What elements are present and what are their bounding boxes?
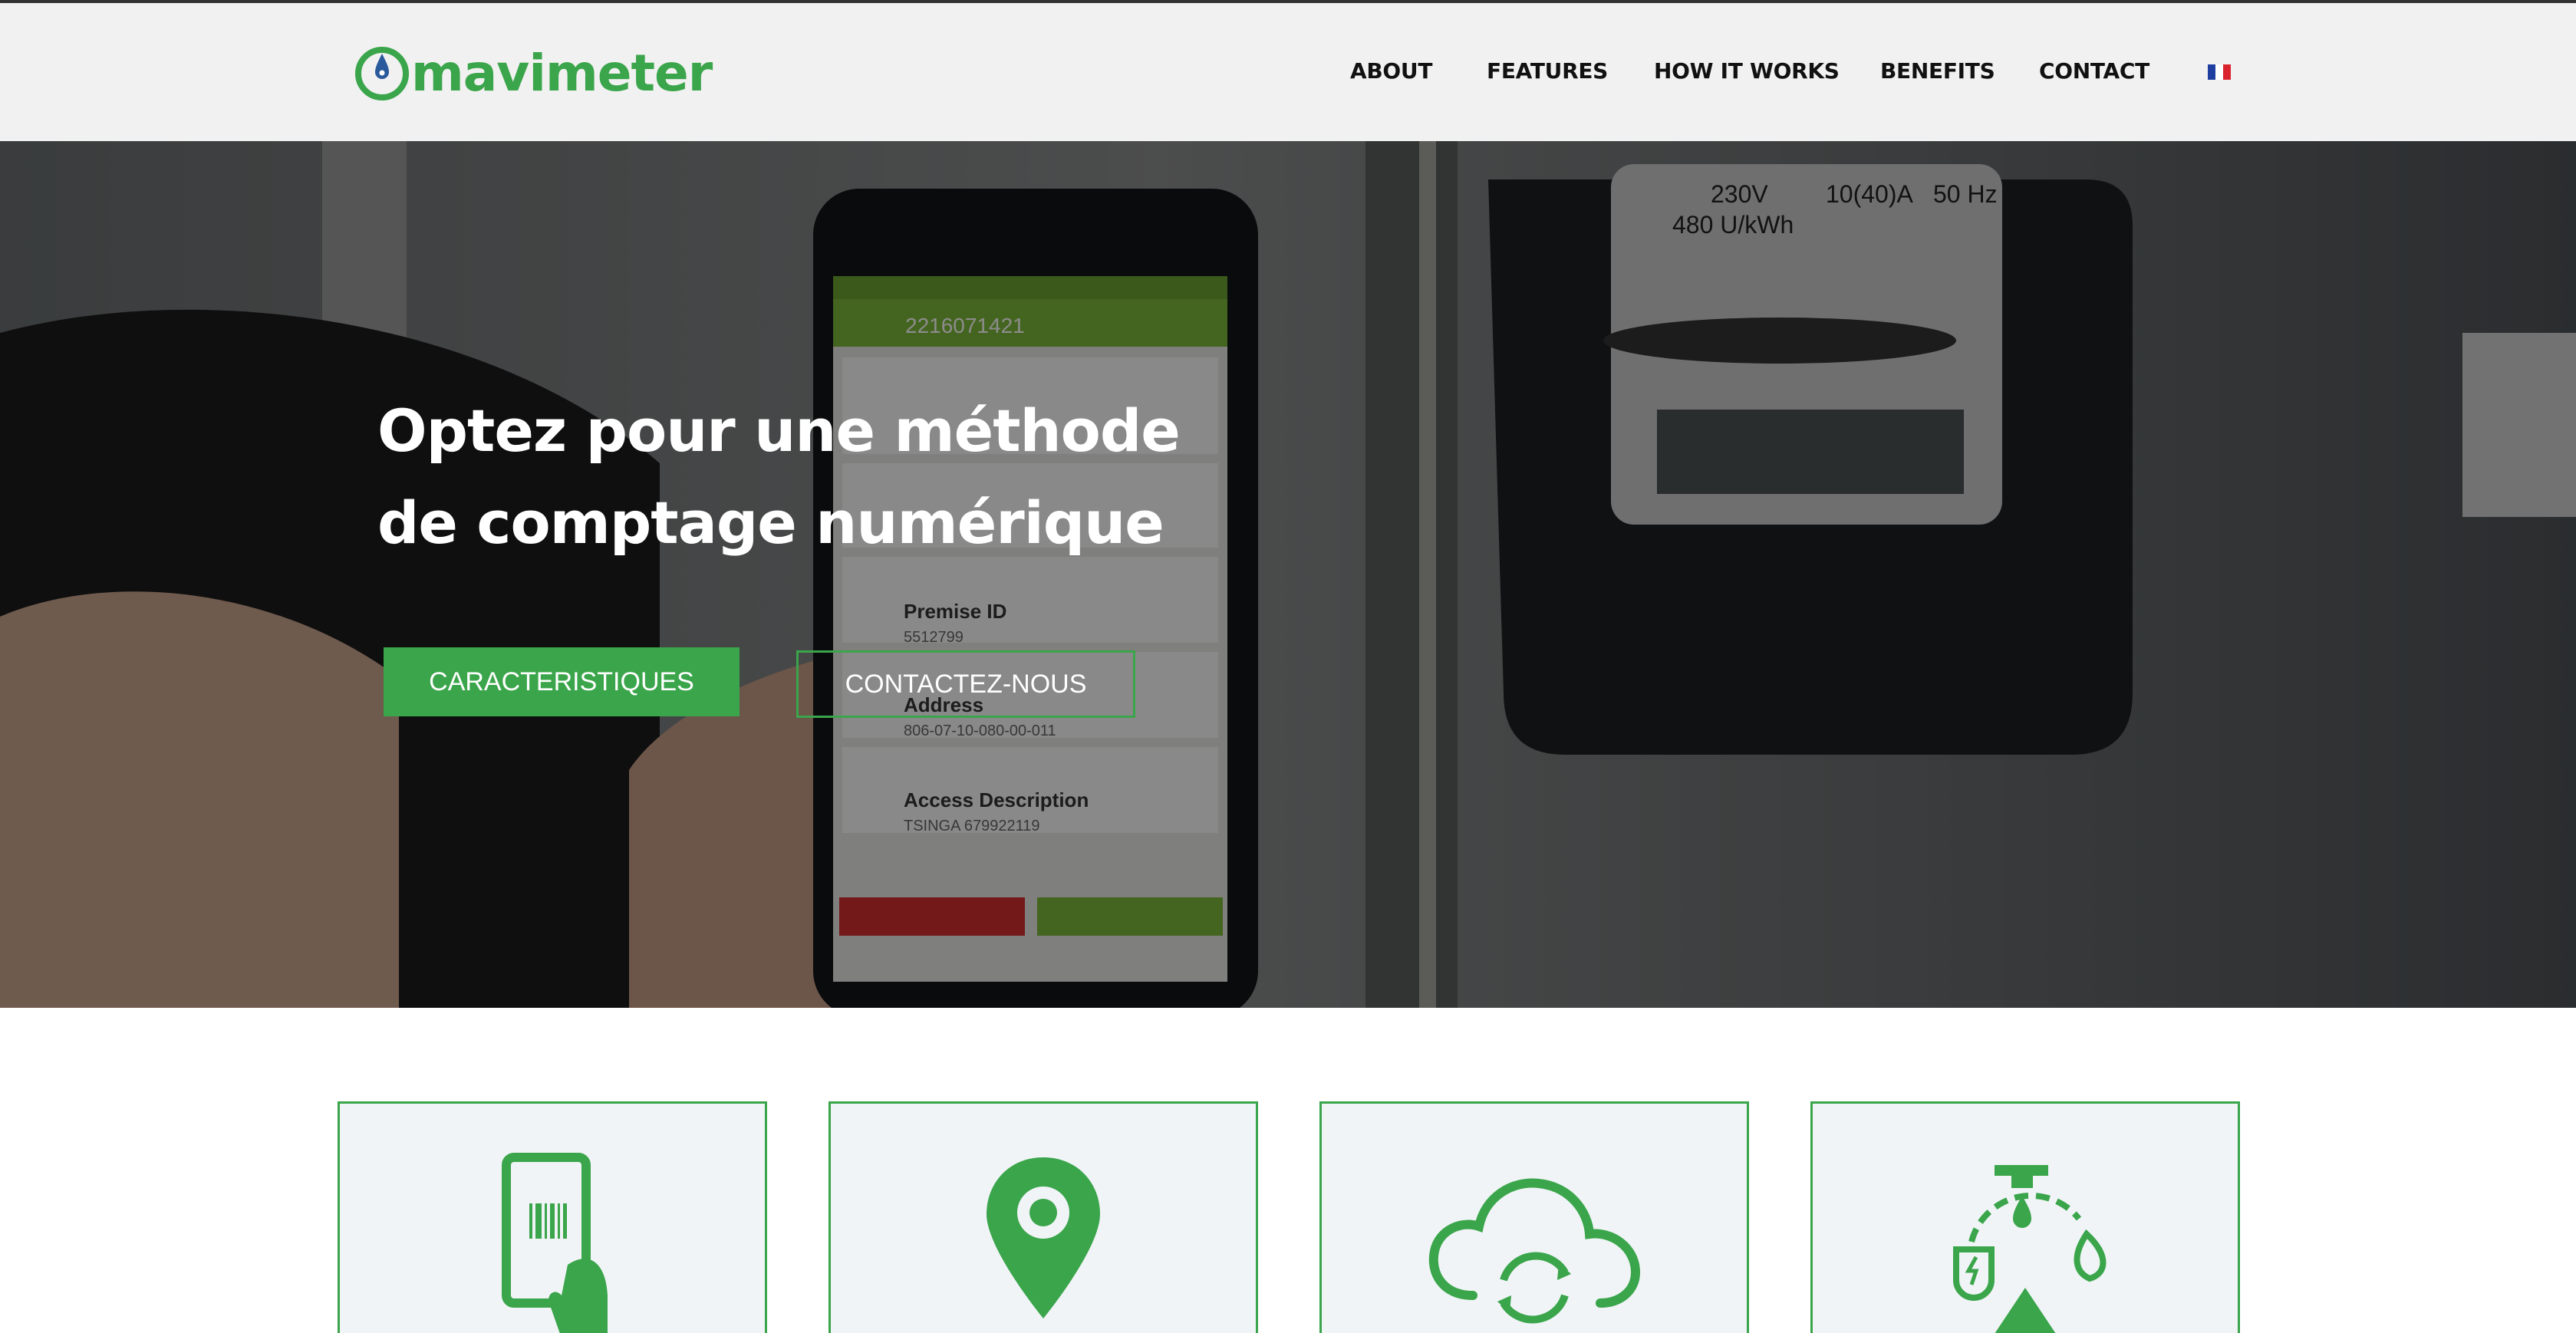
hero-title-line1: Optez pour une méthode: [377, 397, 1181, 465]
hero-title: Optez pour une méthode de comptage numér…: [377, 385, 1221, 569]
nav-how-it-works[interactable]: HOW IT WORKS: [1654, 58, 1840, 84]
nav-features[interactable]: FEATURES: [1487, 58, 1608, 84]
site-header: mavimeter ABOUT FEATURES HOW IT WORKS BE…: [0, 3, 2576, 141]
phone-barcode-scan-icon: [502, 1153, 608, 1333]
hero-section: 2216071421 Premise ID 5512799 Address 80…: [0, 141, 2576, 1008]
nav-about[interactable]: ABOUT: [1350, 58, 1432, 84]
contactez-nous-button[interactable]: CONTACTEZ-NOUS: [796, 650, 1135, 718]
cloud-sync-icon: [1428, 1178, 1641, 1324]
nav-contact[interactable]: CONTACT: [2039, 58, 2149, 84]
feature-card-scan[interactable]: [338, 1101, 767, 1333]
hero-overlay: [0, 141, 2576, 1008]
caracteristiques-button[interactable]: CARACTERISTIQUES: [384, 647, 740, 716]
location-pin-icon: [987, 1157, 1100, 1318]
utilities-water-electricity-gas-icon: [1953, 1165, 2107, 1333]
hero-title-line2: de comptage numérique: [377, 489, 1164, 557]
nav-benefits[interactable]: BENEFITS: [1880, 58, 1995, 84]
feature-card-location[interactable]: [828, 1101, 1258, 1333]
flag-france-icon[interactable]: [2208, 64, 2231, 80]
feature-cards: [0, 1008, 2576, 1333]
feature-card-utilities[interactable]: [1810, 1101, 2240, 1333]
main-nav: ABOUT FEATURES HOW IT WORKS BENEFITS CON…: [0, 3, 2576, 141]
feature-card-cloud[interactable]: [1319, 1101, 1749, 1333]
